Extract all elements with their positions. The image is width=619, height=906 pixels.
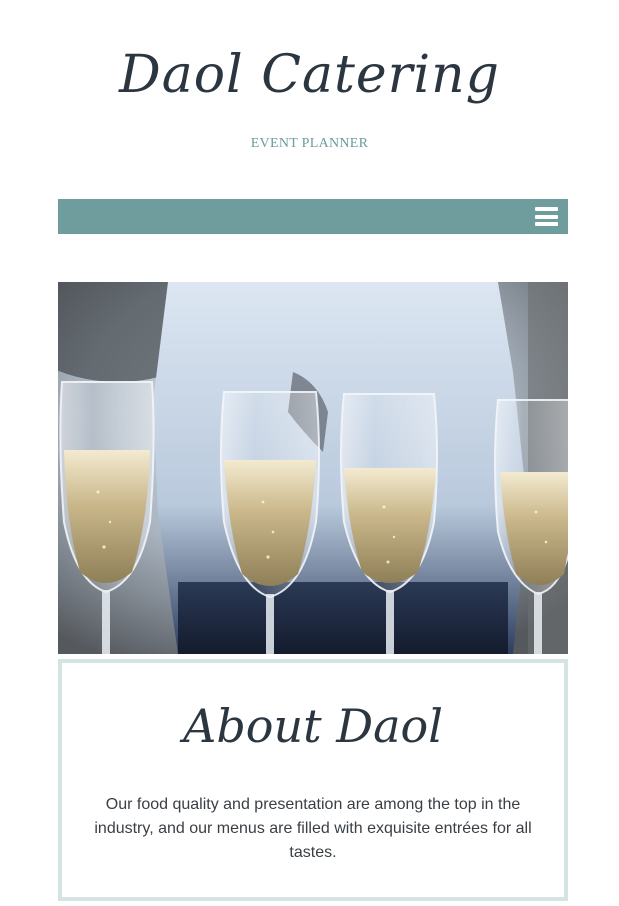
tagline: EVENT PLANNER — [250, 136, 369, 151]
hamburger-menu-icon[interactable] — [535, 206, 558, 227]
hero-image — [58, 282, 568, 654]
menu-line — [535, 214, 558, 219]
site-title[interactable]: Daol Catering — [0, 30, 619, 120]
about-description: Our food quality and presentation are am… — [94, 796, 532, 861]
navigation-bar — [58, 199, 568, 234]
champagne-glasses-photo — [58, 282, 568, 654]
menu-line — [535, 207, 558, 211]
about-title: About Daol — [183, 699, 443, 753]
about-section: About Daol Our food quality and presenta… — [58, 659, 568, 901]
menu-line — [535, 222, 558, 226]
